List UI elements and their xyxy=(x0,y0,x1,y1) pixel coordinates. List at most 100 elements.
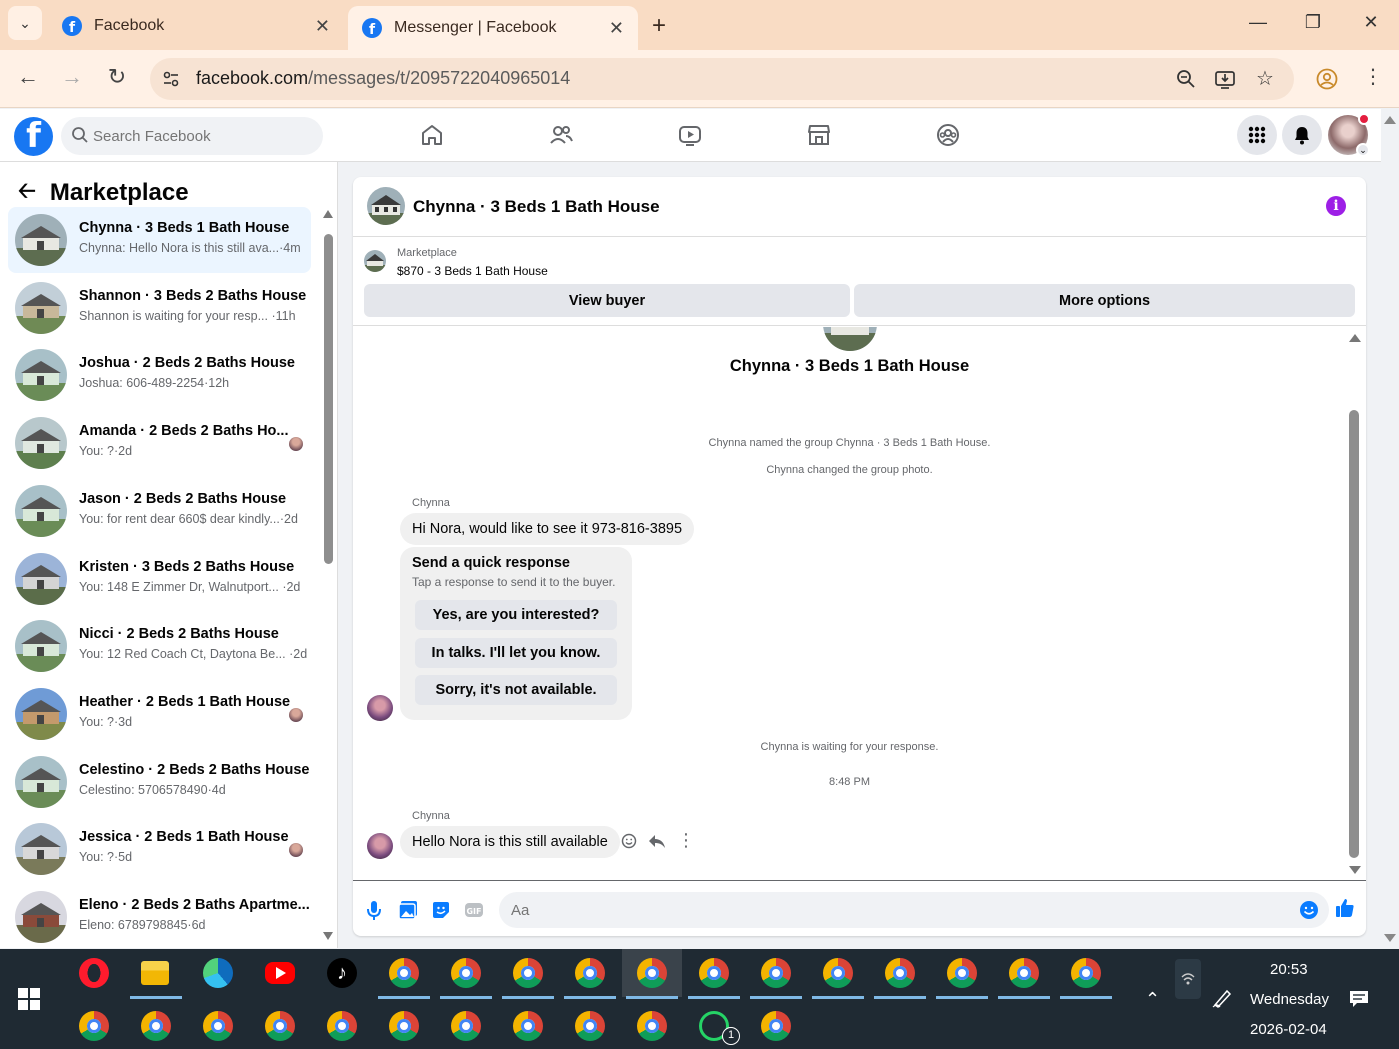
more-actions-icon[interactable]: ⋮ xyxy=(677,830,695,851)
conversation-item[interactable]: Eleno · 2 Beds 2 Baths Apartme... Eleno: … xyxy=(8,884,311,950)
message-bubble[interactable]: Hi Nora, would like to see it 973-816-38… xyxy=(400,513,695,545)
chrome-window-icon[interactable] xyxy=(327,1011,357,1041)
watch-video-icon[interactable] xyxy=(677,122,703,148)
tab-close-icon[interactable]: ✕ xyxy=(315,16,330,37)
marketplace-icon[interactable] xyxy=(806,122,832,148)
youtube-app-icon[interactable] xyxy=(265,962,295,984)
url-text[interactable]: facebook.com/messages/t/2095722040965014 xyxy=(196,68,570,89)
edge-app-icon[interactable] xyxy=(203,958,233,988)
conversation-item[interactable]: Joshua · 2 Beds 2 Baths House Joshua: 606… xyxy=(8,342,311,408)
chrome-window-icon[interactable] xyxy=(451,958,481,988)
forward-button[interactable]: → xyxy=(57,64,87,90)
home-icon[interactable] xyxy=(419,122,445,148)
reply-icon[interactable] xyxy=(648,833,666,849)
reload-button[interactable]: ↻ xyxy=(102,64,132,90)
opera-app-icon[interactable] xyxy=(79,958,109,988)
emoji-icon[interactable] xyxy=(1299,900,1319,920)
more-options-button[interactable]: More options xyxy=(854,284,1355,317)
browser-menu-icon[interactable]: ⋮ xyxy=(1358,64,1388,89)
zoom-icon[interactable] xyxy=(1176,69,1196,89)
clock-time[interactable]: 20:53 xyxy=(1270,961,1308,978)
conversation-item[interactable]: Kristen · 3 Beds 2 Baths House You: 148 E… xyxy=(8,546,311,612)
chrome-window-icon[interactable] xyxy=(885,958,915,988)
chrome-window-icon[interactable] xyxy=(823,958,853,988)
sender-avatar[interactable] xyxy=(367,833,393,859)
pen-icon[interactable] xyxy=(1211,987,1233,1009)
chrome-window-icon[interactable] xyxy=(513,958,543,988)
chrome-window-icon[interactable] xyxy=(389,1011,419,1041)
listing-price[interactable]: $870 - 3 Beds 1 Bath House xyxy=(397,264,548,278)
network-icon[interactable] xyxy=(1175,959,1201,999)
file-explorer-app-icon[interactable] xyxy=(141,961,169,985)
notifications-button[interactable] xyxy=(1282,115,1322,155)
listing-thumbnail[interactable] xyxy=(364,250,386,272)
message-bubble[interactable]: Hello Nora is this still available xyxy=(400,826,620,858)
gif-icon[interactable]: GIF xyxy=(463,899,485,921)
info-icon[interactable]: i xyxy=(1326,196,1346,216)
chrome-window-icon[interactable] xyxy=(389,958,419,988)
view-buyer-button[interactable]: View buyer xyxy=(364,284,850,317)
conversation-item[interactable]: Heather · 2 Beds 1 Bath House You: ?·3d xyxy=(8,681,311,747)
chrome-window-icon[interactable] xyxy=(1009,958,1039,988)
new-tab-button[interactable]: + xyxy=(652,12,666,40)
thumbs-up-icon[interactable] xyxy=(1334,897,1356,919)
conversation-item[interactable]: Chynna · 3 Beds 1 Bath House Chynna: Hell… xyxy=(8,207,311,273)
tab-close-icon[interactable]: ✕ xyxy=(609,18,624,39)
back-button[interactable]: ← xyxy=(13,64,43,90)
address-bar[interactable]: facebook.com/messages/t/2095722040965014… xyxy=(150,58,1294,100)
notifications-center-icon[interactable] xyxy=(1349,989,1369,1009)
facebook-logo-icon[interactable]: f xyxy=(14,117,53,156)
chrome-window-icon[interactable] xyxy=(575,958,605,988)
tab-messenger[interactable]: f Messenger | Facebook ✕ xyxy=(348,6,638,50)
chrome-window-icon[interactable] xyxy=(761,1011,791,1041)
profile-icon[interactable] xyxy=(1316,68,1338,90)
quick-reply-not-available-button[interactable]: Sorry, it's not available. xyxy=(415,675,617,705)
react-emoji-icon[interactable] xyxy=(621,833,637,849)
sidebar-scroll-thumb[interactable] xyxy=(324,234,333,564)
conversation-item[interactable]: Shannon · 3 Beds 2 Baths House Shannon is… xyxy=(8,275,311,341)
facebook-search[interactable] xyxy=(61,117,323,155)
quick-reply-interested-button[interactable]: Yes, are you interested? xyxy=(415,600,617,630)
chrome-window-icon[interactable] xyxy=(637,958,667,988)
tiktok-app-icon[interactable]: ♪ xyxy=(327,958,357,988)
bookmark-star-icon[interactable]: ☆ xyxy=(1256,66,1274,91)
chrome-window-icon[interactable] xyxy=(699,958,729,988)
conversation-item[interactable]: Amanda · 2 Beds 2 Baths Ho... You: ?·2d xyxy=(8,410,311,476)
chat-scroll-thumb[interactable] xyxy=(1349,410,1359,858)
chrome-window-icon[interactable] xyxy=(637,1011,667,1041)
chrome-window-icon[interactable] xyxy=(451,1011,481,1041)
menu-grid-button[interactable] xyxy=(1237,115,1277,155)
site-settings-icon[interactable] xyxy=(162,70,180,88)
clock-day[interactable]: Wednesday xyxy=(1250,991,1329,1008)
windows-start-icon[interactable] xyxy=(18,988,40,1010)
sticker-icon[interactable] xyxy=(430,899,452,921)
minimize-button[interactable]: — xyxy=(1243,12,1273,33)
photo-icon[interactable] xyxy=(397,899,419,921)
conversation-item[interactable]: Jason · 2 Beds 2 Baths House You: for ren… xyxy=(8,478,311,544)
chrome-window-icon[interactable] xyxy=(265,1011,295,1041)
chrome-window-icon[interactable] xyxy=(203,1011,233,1041)
chevron-up-icon[interactable]: ⌃ xyxy=(1145,989,1160,1010)
chrome-window-icon[interactable] xyxy=(513,1011,543,1041)
chrome-window-icon[interactable] xyxy=(575,1011,605,1041)
friends-icon[interactable] xyxy=(548,122,574,148)
page-scrollbar[interactable] xyxy=(1383,112,1397,946)
chrome-window-icon[interactable] xyxy=(761,958,791,988)
restore-button[interactable]: ❐ xyxy=(1298,12,1328,33)
conversation-item[interactable]: Celestino · 2 Beds 2 Baths House Celestin… xyxy=(8,749,311,815)
clock-date[interactable]: 2026-02-04 xyxy=(1250,1021,1327,1038)
chat-title[interactable]: Chynna · 3 Beds 1 Bath House xyxy=(413,197,660,217)
conversation-item[interactable]: Jessica · 2 Beds 1 Bath House You: ?·5d xyxy=(8,816,311,882)
install-app-icon[interactable] xyxy=(1214,68,1236,90)
account-avatar[interactable]: ⌄ xyxy=(1328,113,1370,157)
sender-avatar[interactable] xyxy=(367,695,393,721)
chrome-window-icon[interactable] xyxy=(947,958,977,988)
groups-icon[interactable] xyxy=(935,122,961,148)
close-window-button[interactable]: ✕ xyxy=(1356,12,1386,33)
conversation-item[interactable]: Nicci · 2 Beds 2 Baths House You: 12 Red … xyxy=(8,613,311,679)
tab-facebook[interactable]: f Facebook ✕ xyxy=(48,6,344,46)
chrome-window-icon[interactable] xyxy=(79,1011,109,1041)
quick-reply-in-talks-button[interactable]: In talks. I'll let you know. xyxy=(415,638,617,668)
chat-avatar[interactable] xyxy=(367,187,405,225)
search-input[interactable] xyxy=(93,117,313,155)
